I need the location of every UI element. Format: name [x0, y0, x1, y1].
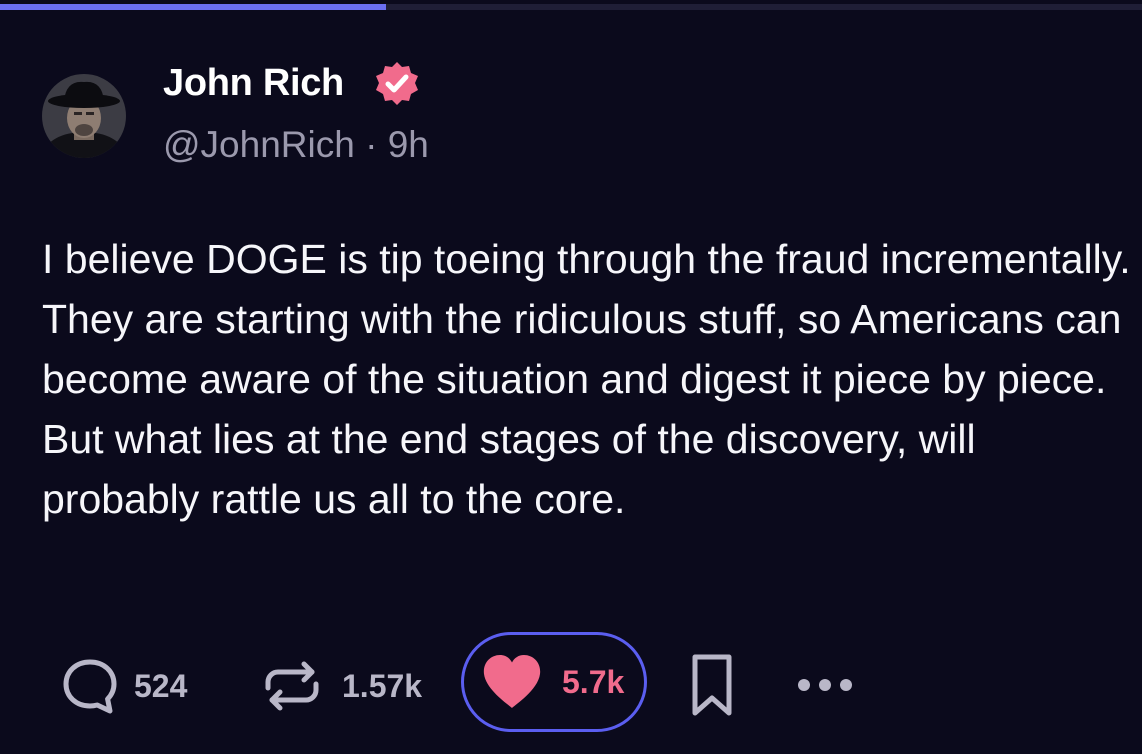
post-text: I believe DOGE is tip toeing through the…: [42, 236, 1131, 522]
reply-count: 524: [134, 667, 188, 704]
avatar[interactable]: [42, 74, 126, 158]
repost-button[interactable]: 1.57k: [262, 656, 422, 716]
more-options-button[interactable]: [796, 670, 854, 700]
author-meta: @JohnRich · 9h: [163, 122, 429, 168]
progress-track: [0, 4, 1142, 10]
heart-icon: [482, 654, 542, 710]
like-count: 5.7k: [562, 663, 625, 700]
reply-button[interactable]: 524: [60, 656, 187, 716]
bookmark-icon: [690, 652, 734, 718]
bookmark-button[interactable]: [690, 652, 734, 718]
author-handle[interactable]: @JohnRich: [163, 124, 355, 165]
post-timestamp[interactable]: 9h: [388, 124, 429, 165]
speech-bubble-icon: [60, 656, 120, 716]
like-button[interactable]: 5.7k: [461, 632, 647, 732]
progress-fill: [0, 4, 386, 10]
repost-count: 1.57k: [342, 667, 423, 704]
more-dots-icon: [796, 670, 854, 700]
repost-arrows-icon: [262, 656, 322, 716]
author-display-name[interactable]: John Rich: [163, 60, 344, 106]
verified-badge-icon: [372, 59, 422, 109]
meta-separator: ·: [365, 124, 378, 165]
